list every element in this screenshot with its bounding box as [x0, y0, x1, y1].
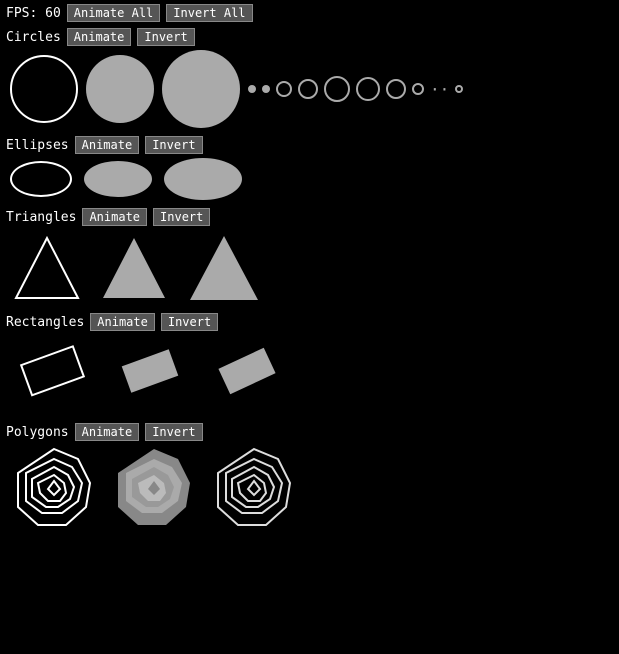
polygon-gray-filled — [110, 445, 198, 533]
rect-gray-medium — [107, 335, 192, 415]
ellipse-gray-large — [164, 158, 242, 200]
rects-row — [6, 335, 613, 415]
small-circles: ·· — [248, 76, 463, 102]
circles-row: ·· — [6, 50, 613, 128]
circle-outline — [10, 55, 78, 123]
rectangles-section: Rectangles Animate Invert — [0, 311, 619, 421]
small-circle-6 — [356, 77, 380, 101]
rect-outline — [10, 335, 95, 415]
triangles-invert-button[interactable]: Invert — [153, 208, 210, 226]
rectangles-invert-button[interactable]: Invert — [161, 313, 218, 331]
triangle-gray-medium — [97, 230, 172, 305]
polygons-header: Polygons Animate Invert — [6, 423, 613, 441]
polygons-section: Polygons Animate Invert — [0, 421, 619, 539]
ellipsis-1: ·· — [430, 80, 449, 99]
polygons-animate-button[interactable]: Animate — [75, 423, 140, 441]
small-circle-2 — [262, 85, 270, 93]
circles-animate-button[interactable]: Animate — [67, 28, 132, 46]
triangles-section: Triangles Animate Invert — [0, 206, 619, 311]
triangles-header: Triangles Animate Invert — [6, 208, 613, 226]
circle-gray-large — [162, 50, 240, 128]
rectangles-label: Rectangles — [6, 315, 84, 330]
small-circle-3 — [276, 81, 292, 97]
polygons-row — [6, 445, 613, 533]
circles-header: Circles Animate Invert — [6, 28, 613, 46]
circle-gray-medium — [86, 55, 154, 123]
triangle-gray-large — [184, 230, 264, 305]
top-bar: FPS: 60 Animate All Invert All — [0, 0, 619, 26]
small-circle-5 — [324, 76, 350, 102]
circles-invert-button[interactable]: Invert — [137, 28, 194, 46]
ellipse-gray-medium — [84, 161, 152, 197]
small-circle-4 — [298, 79, 318, 99]
polygons-label: Polygons — [6, 425, 69, 440]
circles-label: Circles — [6, 30, 61, 45]
triangles-label: Triangles — [6, 210, 76, 225]
rectangles-header: Rectangles Animate Invert — [6, 313, 613, 331]
polygons-invert-button[interactable]: Invert — [145, 423, 202, 441]
ellipses-invert-button[interactable]: Invert — [145, 136, 202, 154]
ellipses-label: Ellipses — [6, 138, 69, 153]
invert-all-button[interactable]: Invert All — [166, 4, 252, 22]
ellipses-header: Ellipses Animate Invert — [6, 136, 613, 154]
small-circle-7 — [386, 79, 406, 99]
animate-all-button[interactable]: Animate All — [67, 4, 160, 22]
small-circle-8 — [412, 83, 424, 95]
triangles-row — [6, 230, 613, 305]
ellipses-row — [6, 158, 613, 200]
circles-section: Circles Animate Invert ·· — [0, 26, 619, 134]
polygon-nested-outline — [10, 445, 98, 533]
ellipse-outline — [10, 161, 72, 197]
fps-display: FPS: 60 — [6, 6, 61, 21]
triangles-animate-button[interactable]: Animate — [82, 208, 147, 226]
rect-gray-large — [204, 335, 289, 415]
polygon-outline-dark — [210, 445, 298, 533]
rectangles-animate-button[interactable]: Animate — [90, 313, 155, 331]
ellipses-animate-button[interactable]: Animate — [75, 136, 140, 154]
small-circle-9 — [455, 85, 463, 93]
triangle-outline — [10, 230, 85, 305]
small-circle-1 — [248, 85, 256, 93]
ellipses-section: Ellipses Animate Invert — [0, 134, 619, 206]
